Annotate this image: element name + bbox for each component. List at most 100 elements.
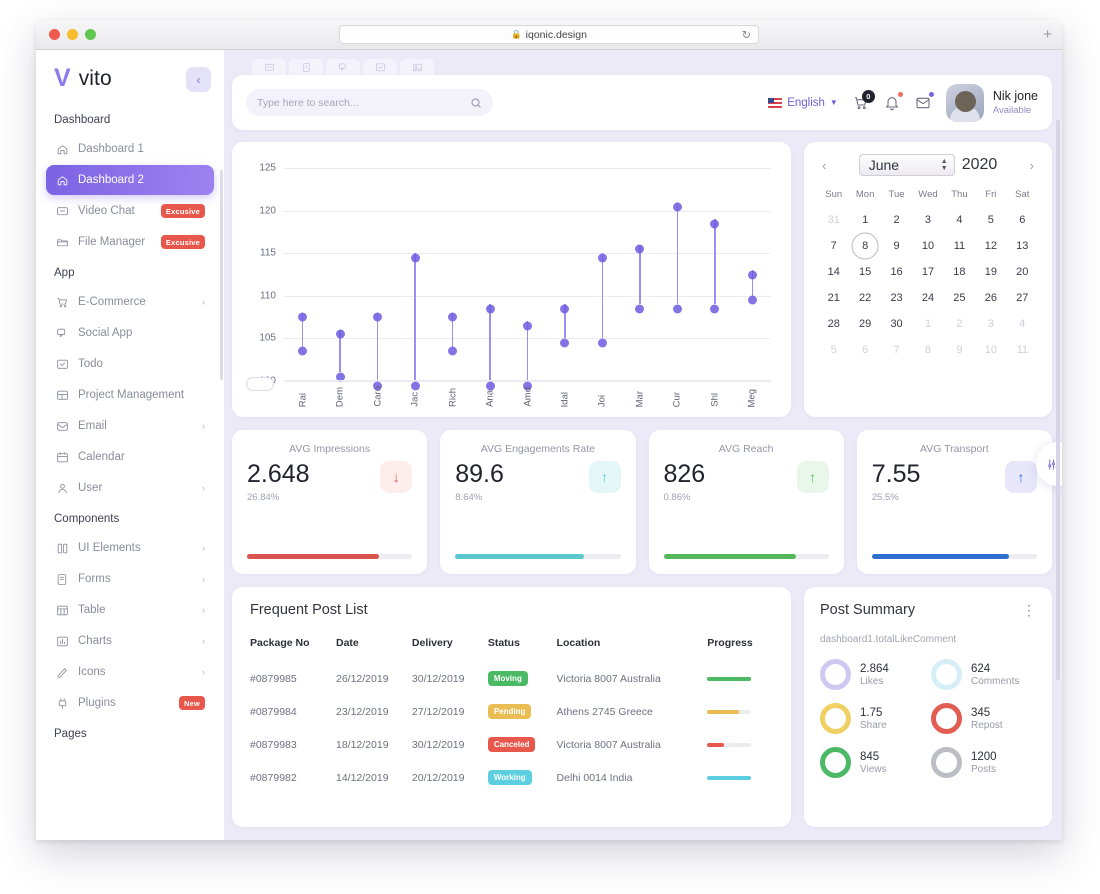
sidebar-item-e-commerce[interactable]: E-Commerce ›	[46, 287, 214, 317]
cart-icon[interactable]: 0	[853, 89, 875, 111]
chevron-right-icon: ›	[202, 574, 205, 584]
sidebar-item-email[interactable]: Email ›	[46, 411, 214, 441]
calendar-day-cell[interactable]: 7	[881, 337, 912, 363]
note-icon[interactable]	[289, 59, 323, 76]
sidebar-item-calendar[interactable]: Calendar	[46, 442, 214, 472]
calendar-day-cell[interactable]: 11	[944, 233, 975, 259]
month-select[interactable]: June ▲ ▼	[858, 154, 955, 176]
calendar-day-cell[interactable]: 14	[818, 259, 849, 285]
sidebar-item-forms[interactable]: Forms ›	[46, 564, 214, 594]
sidebar-item-plugins[interactable]: Plugins New	[46, 688, 214, 718]
sidebar-scrollbar[interactable]	[220, 170, 223, 380]
address-bar[interactable]: 🔒 iqonic.design ↻	[339, 25, 759, 44]
calendar-day-cell[interactable]: 17	[912, 259, 943, 285]
plus-icon[interactable]: +	[1043, 27, 1052, 42]
chevron-left-icon[interactable]: ‹	[186, 67, 211, 92]
calendar-day-cell[interactable]: 24	[912, 285, 943, 311]
calendar-day-cell[interactable]: 12	[975, 233, 1006, 259]
calendar-day-cell[interactable]: 1	[849, 207, 880, 233]
calendar-day-cell[interactable]: 6	[1007, 207, 1038, 233]
sidebar-item-ui-elements[interactable]: UI Elements ›	[46, 533, 214, 563]
calendar-day-cell[interactable]: 4	[1007, 311, 1038, 337]
calendar-day-cell[interactable]: 8	[849, 233, 880, 259]
calendar-day-cell[interactable]: 7	[818, 233, 849, 259]
calendar-day-cell[interactable]: 1	[912, 311, 943, 337]
calendar-day-cell[interactable]: 29	[849, 311, 880, 337]
reload-icon[interactable]: ↻	[742, 28, 751, 41]
calendar-day-cell[interactable]: 9	[944, 337, 975, 363]
calendar-day-cell[interactable]: 8	[912, 337, 943, 363]
maximize-window-button[interactable]	[85, 29, 96, 40]
calendar-day-cell[interactable]: 11	[1007, 337, 1038, 363]
table-row[interactable]: #0879983 18/12/2019 30/12/2019 Canceled Vict…	[250, 728, 773, 761]
sidebar-item-user[interactable]: User ›	[46, 473, 214, 503]
calendar-day-cell[interactable]: 23	[881, 285, 912, 311]
calendar-day-cell[interactable]: 2	[881, 207, 912, 233]
calendar-day-cell[interactable]: 13	[1007, 233, 1038, 259]
calendar-day-cell[interactable]: 30	[881, 311, 912, 337]
chart-y-tick-label: 115	[260, 247, 276, 259]
calendar-day-cell[interactable]: 31	[818, 207, 849, 233]
calendar-day-cell[interactable]: 25	[944, 285, 975, 311]
calendar-day-cell[interactable]: 21	[818, 285, 849, 311]
chart-point-low	[710, 304, 720, 314]
sidebar-item-social-app[interactable]: Social App	[46, 318, 214, 348]
comment-icon[interactable]	[252, 59, 286, 76]
image-icon[interactable]	[400, 59, 434, 76]
calendar-day-cell[interactable]: 22	[849, 285, 880, 311]
sidebar-item-file-manager[interactable]: File Manager Excusive	[46, 227, 214, 257]
calendar-day-cell[interactable]: 3	[975, 311, 1006, 337]
table-row[interactable]: #0879985 26/12/2019 30/12/2019 Moving Victor…	[250, 662, 773, 695]
spinner-icon[interactable]: ▲ ▼	[941, 158, 948, 172]
quick-tabs[interactable]	[232, 59, 1052, 76]
todo-icon[interactable]	[363, 59, 397, 76]
search-box[interactable]	[246, 89, 493, 116]
calendar-day-cell[interactable]: 10	[912, 233, 943, 259]
calendar-day-cell[interactable]: 19	[975, 259, 1006, 285]
calendar-day-cell[interactable]: 2	[944, 311, 975, 337]
calendar-day-cell[interactable]: 27	[1007, 285, 1038, 311]
calendar-day-cell[interactable]: 5	[818, 337, 849, 363]
calendar-card: ‹ June ▲ ▼ 2020 › Sun Mon Tue Wed Thu Fri Sat 3…	[804, 142, 1052, 417]
kebab-menu-icon[interactable]: ⋮	[1022, 602, 1036, 617]
search-input[interactable]	[257, 96, 482, 109]
sidebar-item-video-chat[interactable]: Video Chat Excusive	[46, 196, 214, 226]
calendar-day-cell[interactable]: 15	[849, 259, 880, 285]
frequent-post-list-card: Frequent Post List Package No Date Deliver…	[232, 587, 791, 827]
table-row[interactable]: #0879984 23/12/2019 27/12/2019 Pending Athen…	[250, 695, 773, 728]
calendar-day-cell[interactable]: 5	[975, 207, 1006, 233]
language-selector[interactable]: English ▼	[768, 97, 838, 109]
sidebar-item-todo[interactable]: Todo	[46, 349, 214, 379]
calendar-day-cell[interactable]: 6	[849, 337, 880, 363]
sidebar-item-icons[interactable]: Icons ›	[46, 657, 214, 687]
sidebar-item-charts[interactable]: Charts ›	[46, 626, 214, 656]
chevron-left-icon[interactable]: ‹	[818, 158, 830, 173]
window-controls[interactable]	[36, 29, 96, 40]
chevron-right-icon[interactable]: ›	[1026, 158, 1038, 173]
search-icon[interactable]	[470, 97, 482, 109]
table-row[interactable]: #0879982 14/12/2019 20/12/2019 Working Delhi…	[250, 761, 773, 794]
calendar-day-cell[interactable]: 20	[1007, 259, 1038, 285]
cart-count-badge: 0	[861, 89, 875, 103]
chat-icon[interactable]	[326, 59, 360, 76]
envelope-icon[interactable]	[915, 91, 934, 111]
chart-toggle-button[interactable]	[246, 377, 274, 391]
calendar-day-cell[interactable]: 26	[975, 285, 1006, 311]
calendar-day-cell[interactable]: 16	[881, 259, 912, 285]
calendar-day-cell[interactable]: 28	[818, 311, 849, 337]
sidebar-item-dashboard-2[interactable]: Dashboard 2	[46, 165, 214, 195]
user-profile[interactable]: Nik jone Available	[945, 83, 1038, 122]
calendar-day-cell[interactable]: 9	[881, 233, 912, 259]
calendar-day-cell[interactable]: 18	[944, 259, 975, 285]
main-scrollbar[interactable]	[1056, 120, 1060, 680]
minimize-window-button[interactable]	[67, 29, 78, 40]
close-window-button[interactable]	[49, 29, 60, 40]
sidebar-item-project-management[interactable]: Project Management	[46, 380, 214, 410]
sidebar-item-table[interactable]: Table ›	[46, 595, 214, 625]
calendar-day-cell[interactable]: 10	[975, 337, 1006, 363]
bell-icon[interactable]	[884, 91, 903, 111]
brand[interactable]: V vito ‹	[36, 50, 224, 105]
sidebar-item-dashboard-1[interactable]: Dashboard 1	[46, 134, 214, 164]
calendar-day-cell[interactable]: 4	[944, 207, 975, 233]
calendar-day-cell[interactable]: 3	[912, 207, 943, 233]
